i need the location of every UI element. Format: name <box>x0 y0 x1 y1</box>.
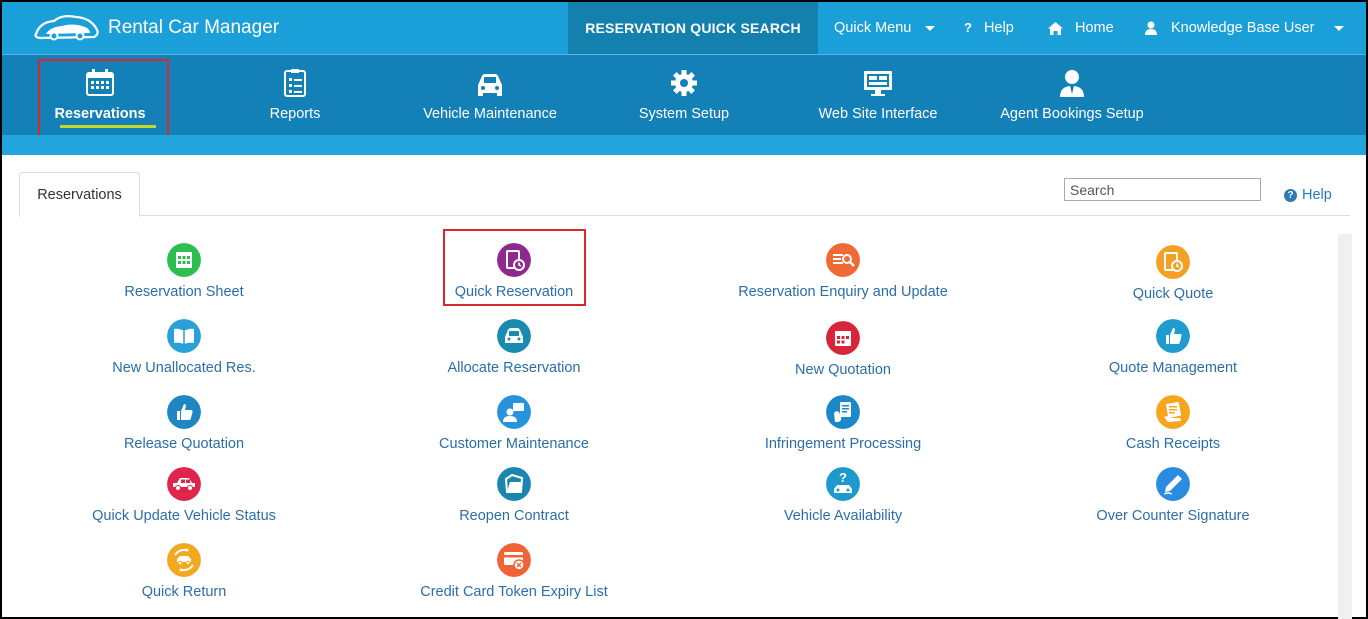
help-link-label: Help <box>1302 187 1332 203</box>
car-icon <box>478 74 502 96</box>
receipt-icon <box>1156 395 1190 429</box>
app-title: Rental Car Manager <box>108 17 280 38</box>
highlight-box-reservations <box>38 59 169 140</box>
user-icon <box>1145 21 1157 35</box>
nav-reports[interactable]: Reports <box>205 55 385 136</box>
question-circle-icon: ? <box>1284 188 1297 202</box>
agent-icon <box>1060 70 1084 97</box>
tile-allocate-reservation[interactable]: Allocate Reservation <box>364 319 664 376</box>
help-link[interactable]: ? Help <box>1284 187 1332 203</box>
home-label: Home <box>1075 20 1114 36</box>
gear-icon <box>671 70 697 96</box>
reservation-quick-search-button[interactable]: RESERVATION QUICK SEARCH <box>568 2 818 54</box>
nav-label: Agent Bookings Setup <box>1000 106 1144 122</box>
tile-infringement-processing[interactable]: Infringement Processing <box>693 395 993 452</box>
person-chat-icon <box>497 395 531 429</box>
tile-reopen-contract[interactable]: Reopen Contract <box>364 467 664 524</box>
calendar-red-icon <box>826 321 860 355</box>
nav-label: Vehicle Maintenance <box>423 106 557 122</box>
tile-label: New Quotation <box>795 362 891 378</box>
search-input[interactable] <box>1064 178 1261 201</box>
chevron-down-icon <box>925 25 936 31</box>
help-top-link[interactable]: ? Help <box>964 2 1014 54</box>
tile-label: Release Quotation <box>123 436 245 452</box>
tile-label: Quote Management <box>1108 360 1238 376</box>
tile-cash-receipts[interactable]: Cash Receipts <box>1023 395 1323 452</box>
nav-label: Web Site Interface <box>818 106 938 122</box>
tile-credit-card-token-expiry-list[interactable]: Credit Card Token Expiry List <box>364 543 664 600</box>
tile-label: Allocate Reservation <box>447 360 581 376</box>
tile-reservation-sheet[interactable]: Reservation Sheet <box>34 243 334 300</box>
tile-quote-management[interactable]: Quote Management <box>1023 319 1323 376</box>
monitor-icon <box>864 71 892 96</box>
thumbs-up-blue-icon <box>167 395 201 429</box>
folder-open-icon <box>497 467 531 501</box>
checklist-icon <box>284 69 306 97</box>
tile-label: New Unallocated Res. <box>112 360 256 376</box>
tile-over-counter-signature[interactable]: Over Counter Signature <box>1023 467 1323 524</box>
tile-new-unallocated-res[interactable]: New Unallocated Res. <box>34 319 334 376</box>
tile-label: Reopen Contract <box>459 508 569 524</box>
nav-agent-bookings-setup[interactable]: Agent Bookings Setup <box>982 55 1162 136</box>
list-search-icon <box>826 243 860 277</box>
top-bar: Rental Car Manager RESERVATION QUICK SEA… <box>2 2 1366 54</box>
document-hand-icon <box>826 395 860 429</box>
tile-reservation-enquiry-and-update[interactable]: Reservation Enquiry and Update <box>693 243 993 300</box>
scrollbar[interactable] <box>1338 234 1352 619</box>
user-menu-dropdown[interactable]: Knowledge Base User <box>1145 2 1345 54</box>
nav-vehicle-maintenance[interactable]: Vehicle Maintenance <box>400 55 580 136</box>
quick-menu-label: Quick Menu <box>834 20 912 36</box>
main-nav: Reservations Reports Vehicle Maintenance <box>2 54 1366 135</box>
quick-menu-dropdown[interactable]: Quick Menu <box>834 2 936 54</box>
home-icon <box>1048 21 1063 35</box>
calendar-grid-icon <box>167 243 201 277</box>
tile-vehicle-availability[interactable]: ? Vehicle Availability <box>693 467 993 524</box>
open-book-icon <box>167 319 201 353</box>
tile-customer-maintenance[interactable]: Customer Maintenance <box>364 395 664 452</box>
car-return-icon <box>167 543 201 577</box>
car-side-icon <box>167 467 201 501</box>
tile-new-quotation[interactable]: New Quotation <box>693 321 993 378</box>
user-name: Knowledge Base User <box>1171 20 1315 36</box>
tile-label: Quick Return <box>141 584 227 600</box>
brand[interactable]: Rental Car Manager <box>32 12 279 44</box>
tile-label: Quick Update Vehicle Status <box>92 508 276 524</box>
car-question-icon: ? <box>826 467 860 501</box>
tab-reservations[interactable]: Reservations <box>19 172 140 217</box>
nav-system-setup[interactable]: System Setup <box>594 55 774 136</box>
tile-quick-return[interactable]: Quick Return <box>34 543 334 600</box>
svg-text:?: ? <box>839 470 847 485</box>
tile-quick-update-vehicle-status[interactable]: Quick Update Vehicle Status <box>34 467 334 524</box>
tab-divider <box>140 215 1350 216</box>
highlight-box-quick-reservation <box>443 229 586 306</box>
tile-label: Reservation Sheet <box>124 284 244 300</box>
help-label: Help <box>983 20 1014 36</box>
credit-card-x-icon <box>497 543 531 577</box>
tile-label: Credit Card Token Expiry List <box>420 584 608 600</box>
nav-web-site-interface[interactable]: Web Site Interface <box>788 55 968 136</box>
tile-quick-quote[interactable]: Quick Quote <box>1023 245 1323 302</box>
pen-icon <box>1156 467 1190 501</box>
tile-label: Customer Maintenance <box>439 436 589 452</box>
tile-release-quotation[interactable]: Release Quotation <box>34 395 334 452</box>
car-front-icon <box>497 319 531 353</box>
chevron-down-icon <box>1334 25 1345 31</box>
tile-label: Vehicle Availability <box>783 508 903 524</box>
nav-label: System Setup <box>638 106 730 122</box>
home-link[interactable]: Home <box>1048 2 1114 54</box>
tile-label: Infringement Processing <box>764 436 922 452</box>
car-cloud-logo-icon <box>34 15 99 41</box>
tile-label: Quick Quote <box>1132 286 1214 302</box>
thumbs-up-icon <box>1156 319 1190 353</box>
nav-label: Reports <box>269 106 321 122</box>
tile-label: Cash Receipts <box>1125 436 1221 452</box>
question-mark-icon: ? <box>964 20 972 35</box>
tile-label: Reservation Enquiry and Update <box>738 284 948 300</box>
tile-label: Over Counter Signature <box>1096 508 1250 524</box>
clipboard-timer-icon <box>1156 245 1190 279</box>
header-stripe <box>2 135 1366 155</box>
